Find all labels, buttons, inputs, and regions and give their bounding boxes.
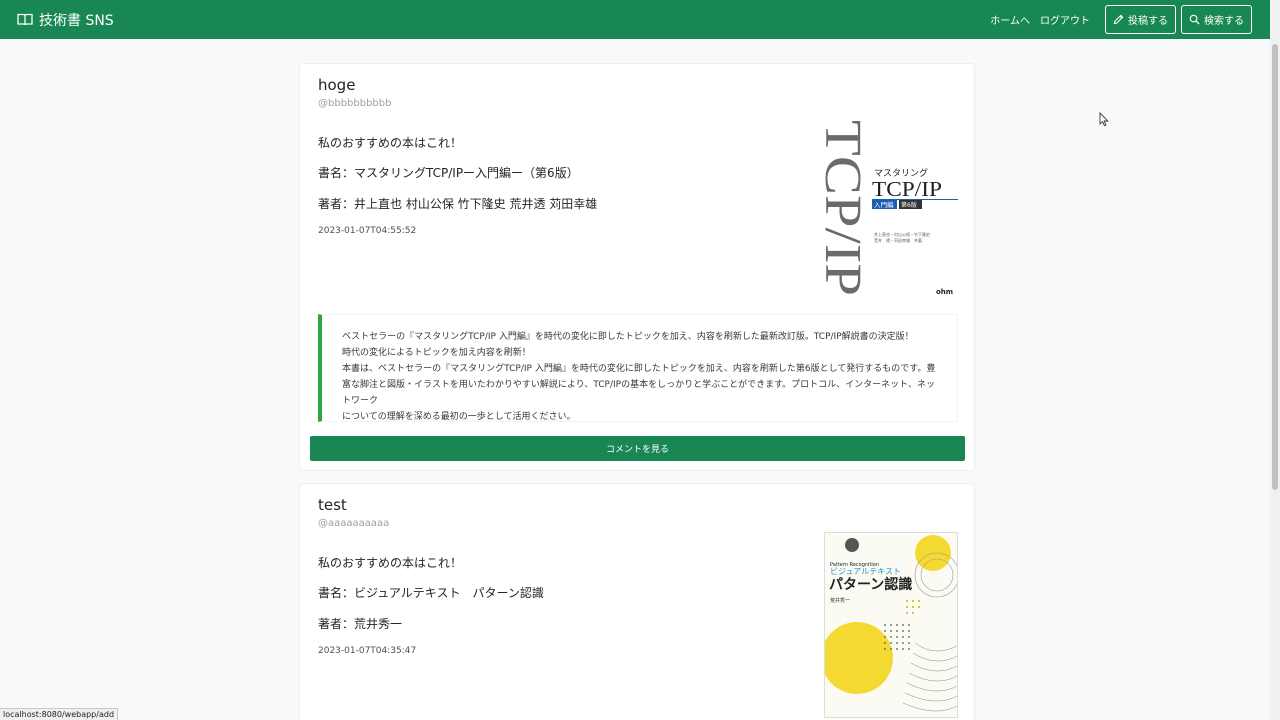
book-icon — [17, 13, 33, 26]
home-link[interactable]: ホームへ — [990, 12, 1030, 27]
search-button[interactable]: 検索する — [1181, 5, 1252, 34]
post-timestamp: 2023-01-07T04:55:52 — [318, 226, 417, 236]
status-bar-url: localhost:8080/webapp/add — [0, 708, 119, 720]
cover-title: パターン認識 — [829, 576, 912, 593]
post-intro: 私のおすすめの本はこれ！ — [318, 556, 463, 570]
brand-title: 技術書 SNS — [39, 12, 114, 29]
post-user-name[interactable]: hoge — [318, 76, 355, 94]
cover-publisher: ohm — [936, 288, 953, 296]
cover-big-title: TCP/IP — [824, 120, 871, 296]
brand-link[interactable]: 技術書 SNS — [17, 10, 114, 30]
post-book-title: 書名：マスタリングTCP/IPー入門編ー（第6版） — [318, 166, 579, 180]
page-scrollbar[interactable] — [1270, 0, 1280, 720]
top-navbar: 技術書 SNS ホームへ ログアウト 投稿する 検索する — [0, 0, 1270, 39]
book-cover-image: TCP/IP マスタリング TCP/IP 入門編 第6版 井上直也・村山公保・竹… — [824, 114, 958, 300]
cover-credit-2: 荒井 透・苅田幸雄 共著 — [874, 237, 922, 243]
post-book-author: 著者：荒井秀一 — [318, 617, 403, 631]
description-line: ベストセラーの『マスタリングTCP/IP 入門編』を時代の変化に即したトピックを… — [342, 332, 914, 342]
pencil-icon — [1113, 14, 1124, 25]
post-intro: 私のおすすめの本はこれ！ — [318, 136, 463, 150]
cover-series: ビジュアルテキスト — [830, 567, 901, 576]
view-comments-button[interactable]: コメントを見る — [310, 436, 965, 461]
description-line: 富な脚注と図版・イラストを用いたわかりやすい解説により、TCP/IPの基本をしっ… — [342, 380, 935, 406]
post-user-handle: @bbbbbbbbbb — [318, 98, 392, 109]
description-line: 時代の変化によるトピックを加え内容を刷新！ — [342, 348, 531, 358]
cover-author: 荒井秀一 — [830, 597, 850, 604]
post-user-handle: @aaaaaaaaaa — [318, 518, 390, 529]
book-cover-image: Pattern Recognition ビジュアルテキスト パターン認識 荒井秀… — [824, 532, 958, 718]
cover-edition: 第6版 — [901, 201, 917, 209]
post-timestamp: 2023-01-07T04:35:47 — [318, 646, 417, 656]
post-book-title: 書名：ビジュアルテキスト パターン認識 — [318, 586, 544, 600]
book-description: ベストセラーの『マスタリングTCP/IP 入門編』を時代の変化に即したトピックを… — [318, 314, 958, 422]
post-card: hoge @bbbbbbbbbb 私のおすすめの本はこれ！ 書名：マスタリングT… — [299, 63, 975, 471]
search-button-label: 検索する — [1204, 16, 1244, 27]
post-button[interactable]: 投稿する — [1105, 5, 1176, 34]
cover-title: TCP/IP — [872, 177, 942, 201]
post-user-name[interactable]: test — [318, 496, 347, 514]
search-icon — [1189, 14, 1200, 25]
description-line: についての理解を深める最初の一歩として活用ください。 — [342, 412, 576, 422]
mouse-pointer-icon — [1099, 112, 1109, 127]
post-book-author: 著者：井上直也 村山公保 竹下隆史 荒井透 苅田幸雄 — [318, 197, 598, 211]
post-card: test @aaaaaaaaaa 私のおすすめの本はこれ！ 書名：ビジュアルテキ… — [299, 483, 975, 720]
logout-link[interactable]: ログアウト — [1040, 12, 1090, 27]
cover-credit-1: 井上直也・村山公保・竹下隆史 — [874, 231, 930, 237]
post-button-label: 投稿する — [1128, 16, 1168, 27]
scrollbar-thumb[interactable] — [1272, 44, 1278, 490]
description-line: 本書は、ベストセラーの『マスタリングTCP/IP 入門編』を時代の変化に即したト… — [342, 364, 936, 374]
cover-subtitle: 入門編 — [874, 200, 894, 209]
